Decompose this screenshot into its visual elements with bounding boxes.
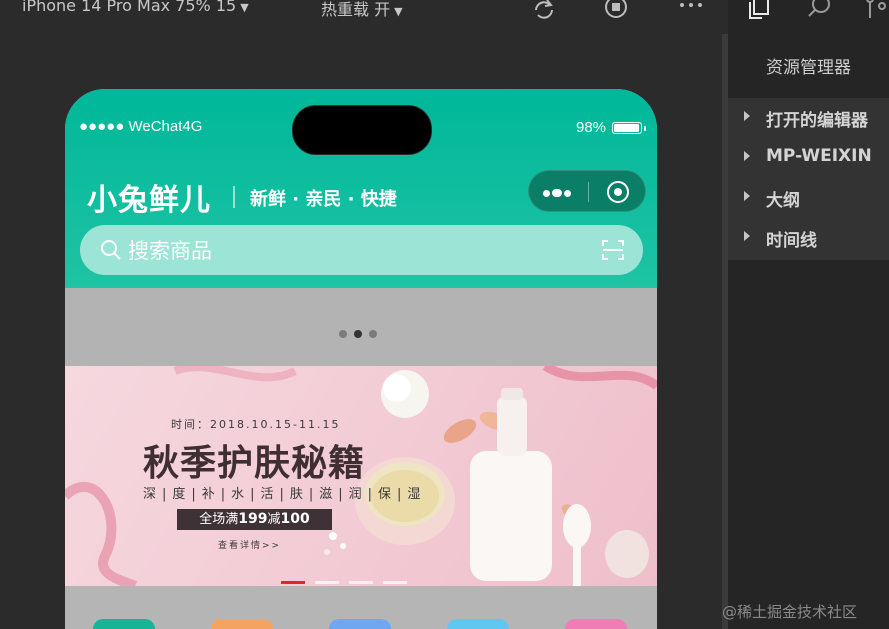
section-label: MP-WEIXIN bbox=[766, 146, 872, 166]
chevron-right-icon bbox=[744, 111, 750, 121]
category-row bbox=[65, 586, 657, 629]
device-label: iPhone 14 Pro Max 75% 15 bbox=[22, 0, 237, 15]
app-header: ●●●●● WeChat4G 98% 小兔鲜儿 新鲜 · 亲民 · 快捷 搜索商… bbox=[65, 89, 657, 288]
category-icon[interactable] bbox=[565, 619, 627, 629]
explorer-sections: 打开的编辑器 MP-WEIXIN 大纲 时间线 bbox=[728, 98, 889, 260]
refresh-icon[interactable] bbox=[531, 0, 557, 23]
banner-subtitle: 深|度|补|水|活|肤|滋|润|保|湿 bbox=[143, 487, 427, 502]
banner-date: 时间：2018.10.15-11.15 bbox=[171, 418, 341, 431]
promo-banner[interactable]: 时间：2018.10.15-11.15 秋季护肤秘籍 深|度|补|水|活|肤|滋… bbox=[65, 366, 657, 586]
carrier-text: ●●●●● WeChat4G bbox=[79, 118, 203, 135]
source-control-icon[interactable] bbox=[864, 0, 889, 20]
category-icon[interactable] bbox=[329, 619, 391, 629]
battery-icon bbox=[612, 122, 642, 134]
search-bar[interactable]: 搜索商品 bbox=[80, 225, 643, 275]
scan-icon[interactable] bbox=[601, 238, 625, 262]
chevron-down-icon: ▼ bbox=[394, 5, 403, 18]
logo-divider bbox=[233, 186, 235, 208]
app-logo: 小兔鲜儿 bbox=[87, 183, 211, 218]
chevron-down-icon: ▼ bbox=[240, 1, 249, 14]
section-open-editors[interactable]: 打开的编辑器 bbox=[728, 98, 889, 138]
files-icon[interactable] bbox=[746, 0, 772, 20]
loading-dots bbox=[339, 323, 384, 338]
banner-indicator bbox=[281, 569, 417, 586]
indicator-active bbox=[281, 581, 305, 584]
battery-tip bbox=[644, 126, 646, 131]
stop-icon[interactable] bbox=[603, 0, 629, 23]
search-placeholder: 搜索商品 bbox=[128, 239, 212, 263]
category-icon[interactable] bbox=[447, 619, 509, 629]
chevron-right-icon bbox=[744, 151, 750, 161]
phone-frame: ●●●●● WeChat4G 98% 小兔鲜儿 新鲜 · 亲民 · 快捷 搜索商… bbox=[65, 89, 657, 629]
chevron-right-icon bbox=[744, 191, 750, 201]
hot-reload-select[interactable]: 热重载 开 ▼ bbox=[321, 0, 403, 20]
section-outline[interactable]: 大纲 bbox=[728, 178, 889, 218]
offer-mid: 减 bbox=[267, 512, 281, 527]
chevron-right-icon bbox=[744, 231, 750, 241]
offer-prefix: 全场满 bbox=[199, 512, 239, 527]
search-icon[interactable] bbox=[806, 0, 832, 20]
capsule-close-button[interactable] bbox=[607, 181, 629, 203]
simulator-toolbar: iPhone 14 Pro Max 75% 15 ▼ 热重载 开 ▼ bbox=[0, 0, 728, 35]
banner-more-link[interactable]: 查看详情>> bbox=[218, 538, 281, 551]
indicator bbox=[315, 581, 339, 584]
app-slogan: 新鲜 · 亲民 · 快捷 bbox=[250, 189, 397, 210]
watermark: @稀土掘金技术社区 bbox=[722, 603, 858, 621]
offer-discount: 100 bbox=[280, 511, 310, 527]
more-icon[interactable] bbox=[678, 0, 704, 23]
indicator bbox=[349, 581, 373, 584]
category-icon[interactable] bbox=[211, 619, 273, 629]
section-label: 打开的编辑器 bbox=[766, 111, 868, 131]
search-icon bbox=[101, 240, 121, 260]
hot-reload-label: 热重载 开 bbox=[321, 0, 391, 19]
indicator bbox=[383, 581, 407, 584]
battery-percentage: 98% bbox=[576, 119, 607, 136]
explorer-panel: 资源管理器 打开的编辑器 MP-WEIXIN 大纲 时间线 bbox=[728, 0, 889, 629]
device-select[interactable]: iPhone 14 Pro Max 75% 15 ▼ bbox=[22, 0, 249, 15]
dynamic-island bbox=[292, 105, 432, 155]
section-label: 时间线 bbox=[766, 231, 817, 251]
category-icon[interactable] bbox=[93, 619, 155, 629]
explorer-title: 资源管理器 bbox=[766, 58, 851, 78]
loading-band bbox=[65, 288, 657, 366]
offer-threshold: 199 bbox=[238, 511, 268, 527]
miniprogram-capsule bbox=[528, 170, 646, 212]
section-label: 大纲 bbox=[766, 191, 800, 211]
section-timeline[interactable]: 时间线 bbox=[728, 218, 889, 258]
banner-offer: 全场满199减100 bbox=[177, 509, 332, 530]
section-mp-weixin[interactable]: MP-WEIXIN bbox=[728, 138, 889, 178]
capsule-menu-button[interactable] bbox=[543, 182, 577, 200]
status-bar: ●●●●● WeChat4G 98% bbox=[65, 89, 657, 159]
capsule-divider bbox=[588, 182, 589, 202]
banner-title: 秋季护肤秘籍 bbox=[143, 442, 366, 484]
